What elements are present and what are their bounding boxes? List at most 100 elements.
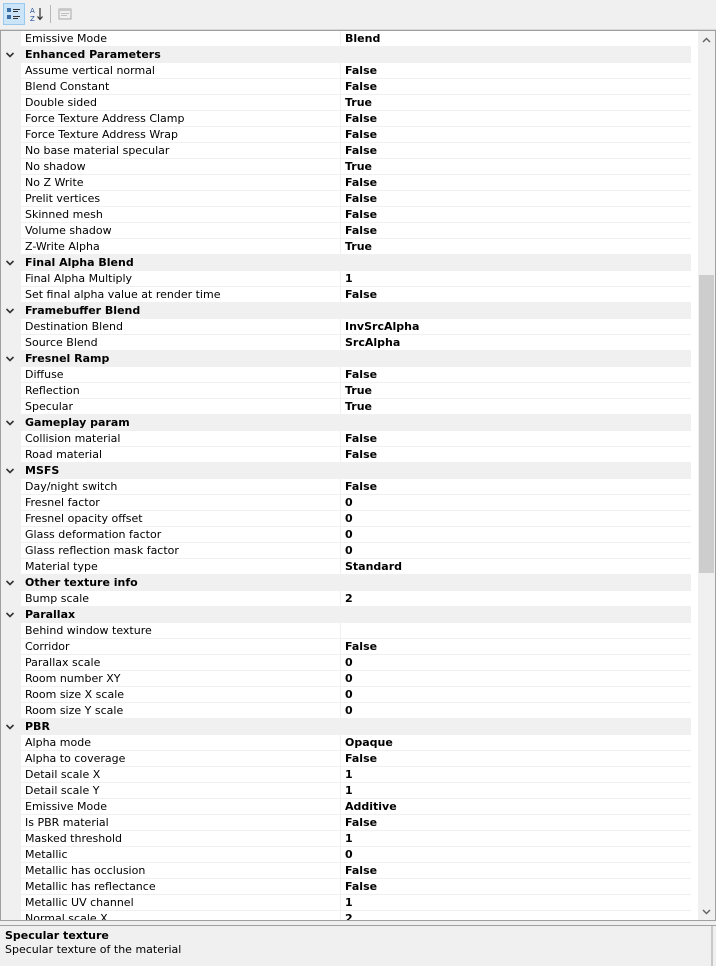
column-divider[interactable] <box>340 159 341 175</box>
category-header[interactable]: Final Alpha Blend <box>1 255 691 271</box>
column-divider[interactable] <box>340 895 341 911</box>
column-divider[interactable] <box>340 799 341 815</box>
property-row[interactable]: Final Alpha Multiply 1 <box>1 271 691 287</box>
property-row[interactable]: Parallax scale 0 <box>1 655 691 671</box>
column-divider[interactable] <box>340 703 341 719</box>
property-value[interactable]: False <box>345 192 377 205</box>
property-value[interactable]: False <box>345 176 377 189</box>
property-pages-button[interactable] <box>54 3 76 25</box>
property-value[interactable]: 0 <box>345 528 353 541</box>
property-value[interactable]: False <box>345 64 377 77</box>
column-divider[interactable] <box>340 367 341 383</box>
property-value[interactable]: 0 <box>345 848 353 861</box>
column-divider[interactable] <box>340 335 341 351</box>
property-row[interactable]: Road material False <box>1 447 691 463</box>
property-value[interactable]: False <box>345 880 377 893</box>
property-value[interactable]: False <box>345 752 377 765</box>
property-row[interactable]: No Z Write False <box>1 175 691 191</box>
property-row[interactable]: Room number XY 0 <box>1 671 691 687</box>
property-row[interactable]: Material type Standard <box>1 559 691 575</box>
property-row[interactable]: Metallic UV channel 1 <box>1 895 691 911</box>
column-divider[interactable] <box>340 79 341 95</box>
column-divider[interactable] <box>340 431 341 447</box>
property-row[interactable]: Emissive Mode Additive <box>1 799 691 815</box>
property-row[interactable]: Blend Constant False <box>1 79 691 95</box>
column-divider[interactable] <box>340 63 341 79</box>
property-value[interactable]: False <box>345 112 377 125</box>
category-header[interactable]: Fresnel Ramp <box>1 351 691 367</box>
column-divider[interactable] <box>340 559 341 575</box>
property-row[interactable]: Collision material False <box>1 431 691 447</box>
column-divider[interactable] <box>340 127 341 143</box>
property-row[interactable]: Destination Blend InvSrcAlpha <box>1 319 691 335</box>
column-divider[interactable] <box>340 735 341 751</box>
property-row[interactable]: Diffuse False <box>1 367 691 383</box>
chevron-down-icon[interactable] <box>5 466 15 476</box>
column-divider[interactable] <box>340 671 341 687</box>
category-header[interactable]: Gameplay param <box>1 415 691 431</box>
category-header[interactable]: Framebuffer Blend <box>1 303 691 319</box>
property-value[interactable]: False <box>345 864 377 877</box>
property-row[interactable]: Assume vertical normal False <box>1 63 691 79</box>
chevron-down-icon[interactable] <box>5 578 15 588</box>
property-value[interactable]: 1 <box>345 768 353 781</box>
property-value[interactable]: 1 <box>345 784 353 797</box>
property-row[interactable]: Force Texture Address Wrap False <box>1 127 691 143</box>
property-value[interactable]: False <box>345 816 377 829</box>
property-row[interactable]: Metallic has reflectance False <box>1 879 691 895</box>
column-divider[interactable] <box>340 847 341 863</box>
property-row[interactable]: Set final alpha value at render time Fals… <box>1 287 691 303</box>
chevron-down-icon[interactable] <box>5 354 15 364</box>
column-divider[interactable] <box>340 831 341 847</box>
property-value[interactable]: Additive <box>345 800 397 813</box>
property-value[interactable]: 0 <box>345 688 353 701</box>
column-divider[interactable] <box>340 655 341 671</box>
chevron-down-icon[interactable] <box>5 722 15 732</box>
property-value[interactable]: Blend <box>345 32 380 45</box>
property-value[interactable]: False <box>345 144 377 157</box>
categorized-view-button[interactable] <box>3 3 25 25</box>
property-row[interactable]: Emissive Mode Blend <box>1 31 691 47</box>
column-divider[interactable] <box>340 223 341 239</box>
chevron-down-icon[interactable] <box>5 610 15 620</box>
column-divider[interactable] <box>340 399 341 415</box>
column-divider[interactable] <box>340 911 341 920</box>
property-row[interactable]: Alpha to coverage False <box>1 751 691 767</box>
column-divider[interactable] <box>340 591 341 607</box>
property-value[interactable]: SrcAlpha <box>345 336 400 349</box>
property-value[interactable]: 2 <box>345 592 353 605</box>
property-row[interactable]: Metallic 0 <box>1 847 691 863</box>
property-row[interactable]: Behind window texture <box>1 623 691 639</box>
property-value[interactable]: 0 <box>345 496 353 509</box>
property-value[interactable]: False <box>345 80 377 93</box>
property-value[interactable]: True <box>345 400 372 413</box>
column-divider[interactable] <box>340 495 341 511</box>
property-value[interactable]: 2 <box>345 912 353 920</box>
property-row[interactable]: No base material specular False <box>1 143 691 159</box>
property-row[interactable]: Metallic has occlusion False <box>1 863 691 879</box>
column-divider[interactable] <box>340 623 341 639</box>
column-divider[interactable] <box>340 271 341 287</box>
property-value[interactable]: 1 <box>345 832 353 845</box>
property-value[interactable]: True <box>345 160 372 173</box>
column-divider[interactable] <box>340 479 341 495</box>
chevron-down-icon[interactable] <box>5 306 15 316</box>
chevron-down-icon[interactable] <box>5 418 15 428</box>
column-divider[interactable] <box>340 639 341 655</box>
property-value[interactable]: True <box>345 240 372 253</box>
property-row[interactable]: Prelit vertices False <box>1 191 691 207</box>
column-divider[interactable] <box>340 511 341 527</box>
property-value[interactable]: False <box>345 368 377 381</box>
property-row[interactable]: Volume shadow False <box>1 223 691 239</box>
column-divider[interactable] <box>340 447 341 463</box>
property-value[interactable]: False <box>345 288 377 301</box>
property-row[interactable]: Bump scale 2 <box>1 591 691 607</box>
property-value[interactable]: 0 <box>345 704 353 717</box>
property-value[interactable]: True <box>345 384 372 397</box>
chevron-down-icon[interactable] <box>5 258 15 268</box>
scroll-down-button[interactable] <box>698 903 715 920</box>
category-header[interactable]: MSFS <box>1 463 691 479</box>
category-header[interactable]: PBR <box>1 719 691 735</box>
column-divider[interactable] <box>340 319 341 335</box>
category-header[interactable]: Parallax <box>1 607 691 623</box>
